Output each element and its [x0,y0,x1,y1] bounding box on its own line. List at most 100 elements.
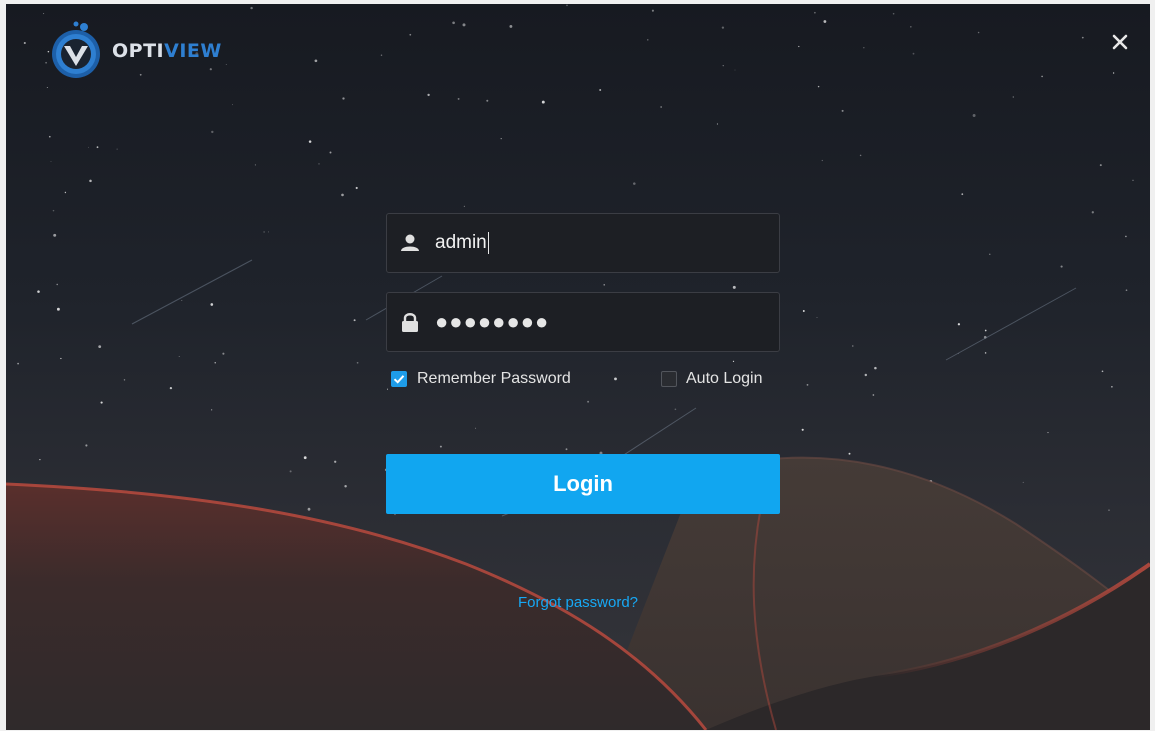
close-button[interactable] [1108,30,1132,54]
star [329,151,332,154]
star [98,345,102,348]
star [957,323,961,326]
star [250,6,253,10]
star [123,379,126,381]
remember-password-label[interactable]: Remember Password [417,370,571,388]
star [486,99,489,102]
password-field[interactable]: ●●●●●●●● [386,292,780,352]
star [892,12,895,15]
star [541,100,545,104]
star [56,283,58,286]
star [821,159,823,162]
star [1022,481,1024,483]
star [716,123,718,125]
star [53,233,57,237]
text-caret [487,232,489,254]
star [647,39,649,41]
star [178,356,180,358]
star [814,11,816,14]
login-button[interactable]: Login [386,454,780,514]
star [859,154,862,157]
star [863,47,865,49]
star [874,366,877,370]
star [989,253,991,255]
star [864,373,868,377]
star [100,401,103,404]
lock-icon [402,313,418,332]
star [427,93,430,97]
star [912,52,915,55]
login-options: Remember Password Auto Login [391,368,781,394]
star [263,231,265,233]
star [1047,432,1049,434]
star [1101,370,1104,373]
star [1132,179,1134,181]
close-icon [1112,34,1128,50]
star [1125,235,1127,238]
auto-login-checkbox[interactable] [661,371,677,387]
star [984,352,987,354]
star [651,9,654,12]
star [355,186,358,190]
star [225,63,227,66]
password-mask: ●●●●●●●● [435,309,550,334]
star [565,448,568,451]
logo-text-view: VIEW [164,40,222,62]
star [46,87,48,88]
star [566,4,568,7]
user-icon [401,234,419,251]
star [289,470,292,473]
star [222,352,225,355]
star [307,507,311,511]
star [409,33,412,36]
check-icon [393,375,405,384]
star [457,97,460,100]
star [500,137,502,140]
star [1012,96,1014,98]
star [587,400,590,403]
star [806,384,809,386]
star [721,26,725,29]
star [96,146,99,149]
star [232,104,233,106]
star [1111,385,1113,388]
star [841,109,844,112]
star [599,89,602,91]
logo-text-opti: OPTI [112,40,165,62]
star [816,317,818,318]
star [1060,265,1063,268]
star [50,160,52,162]
remember-password-checkbox[interactable] [391,371,407,387]
star [722,65,724,67]
star [89,179,92,183]
star [169,386,173,390]
star [732,285,736,289]
forgot-password-link: Forgot password? [6,594,1150,611]
star [210,303,214,306]
star [823,20,827,23]
star [85,444,88,447]
star [977,31,980,34]
star [211,130,214,134]
star [961,193,964,196]
star [734,69,736,71]
auto-login-label[interactable]: Auto Login [686,370,763,388]
star [848,452,851,455]
username-field[interactable]: admin [386,213,780,273]
star [872,394,875,396]
star [356,361,359,364]
star [674,408,677,411]
star [353,319,356,322]
star [1125,289,1128,292]
app-logo: OPTIVIEW [46,20,222,82]
star [509,24,513,28]
star [23,41,26,45]
star [344,484,347,488]
star [214,362,216,364]
star [462,23,466,27]
star [1099,164,1102,167]
star [87,146,89,148]
forgot-password-text[interactable]: Forgot password? [518,594,638,611]
star [1081,36,1084,39]
star [318,163,320,165]
